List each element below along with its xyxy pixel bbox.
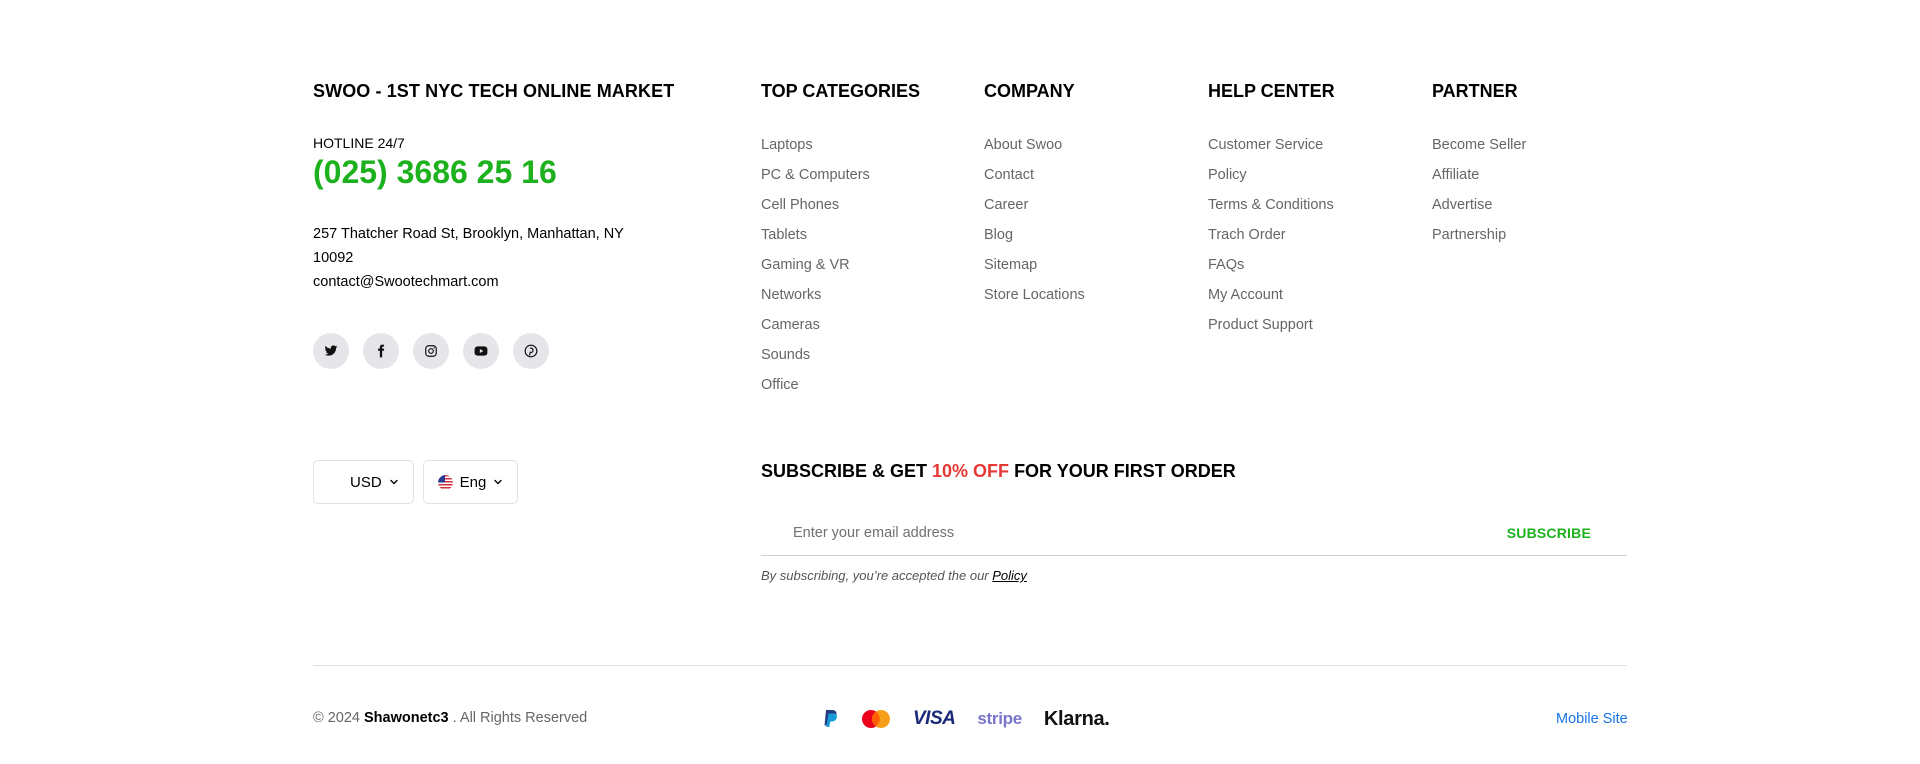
company-list: About Swoo Contact Career Blog Sitemap Store … (984, 136, 1184, 304)
top-category-link[interactable]: Office (761, 376, 961, 394)
twitter-icon[interactable] (313, 333, 349, 369)
help-center-link[interactable]: FAQs (1208, 256, 1408, 274)
youtube-icon[interactable] (463, 333, 499, 369)
copyright-suffix: . All Rights Reserved (448, 710, 588, 726)
contact-email[interactable]: contact@Swootechmart.com (313, 270, 733, 294)
subscribe-title: SUBSCRIBE & GET 10% OFF FOR YOUR FIRST O… (761, 460, 1627, 482)
company-title: COMPANY (984, 81, 1075, 101)
facebook-icon[interactable] (363, 333, 399, 369)
partner-link[interactable]: Affiliate (1432, 166, 1632, 184)
hotline-label: HOTLINE 24/7 (313, 135, 405, 151)
copyright-name: Shawonetc3 (364, 710, 449, 726)
chevron-down-icon (389, 479, 398, 485)
help-center-link[interactable]: Trach Order (1208, 226, 1408, 244)
brand-title: SWOO - 1ST NYC TECH ONLINE MARKET (313, 81, 675, 101)
stripe-icon: stripe (977, 709, 1022, 728)
footer-divider (313, 665, 1627, 666)
brand-section: SWOO - 1ST NYC TECH ONLINE MARKET HOTLIN… (313, 80, 733, 294)
subscribe-note-text: By subscribing, you’re accepted the our (761, 568, 993, 583)
copyright: © 2024 Shawonetc3 . All Rights Reserved (313, 710, 587, 726)
mastercard-icon (861, 706, 891, 732)
help-center-column: HELP CENTER Customer Service Policy Terms … (1208, 80, 1408, 346)
language-select[interactable]: Eng (422, 460, 519, 504)
us-flag-icon (437, 474, 453, 490)
company-column: COMPANY About Swoo Contact Career Blog Sitem… (984, 80, 1184, 316)
help-center-link[interactable]: Customer Service (1208, 136, 1408, 154)
partner-column: PARTNER Become Seller Affiliate Advertise P… (1432, 80, 1632, 256)
payment-methods: VISA stripe Klarna. (823, 706, 1110, 732)
policy-link[interactable]: Policy (992, 568, 1027, 583)
top-category-link[interactable]: Sounds (761, 346, 961, 364)
language-value: Eng (459, 473, 487, 491)
mobile-site-link[interactable]: Mobile Site (1556, 711, 1628, 727)
top-category-link[interactable]: Cell Phones (761, 196, 961, 214)
top-categories-title: TOP CATEGORIES (761, 81, 921, 101)
company-link[interactable]: Sitemap (984, 256, 1184, 274)
partner-title: PARTNER (1432, 81, 1518, 101)
hotline-number[interactable]: (025) 3686 25 16 (313, 153, 733, 191)
subscribe-button[interactable]: SUBSCRIBE (1507, 525, 1591, 541)
subscribe-title-suffix: FOR YOUR FIRST ORDER (1009, 461, 1236, 481)
help-center-link[interactable]: My Account (1208, 286, 1408, 304)
company-link[interactable]: Store Locations (984, 286, 1184, 304)
currency-select[interactable]: USD (313, 460, 414, 504)
help-center-link[interactable]: Policy (1208, 166, 1408, 184)
top-category-link[interactable]: Gaming & VR (761, 256, 961, 274)
locale-selectors: USD Eng (313, 460, 519, 504)
company-link[interactable]: Contact (984, 166, 1184, 184)
copyright-prefix: © 2024 (313, 710, 364, 726)
visa-icon: VISA (913, 708, 956, 729)
partner-link[interactable]: Partnership (1432, 226, 1632, 244)
email-input[interactable] (761, 512, 1361, 553)
partner-link[interactable]: Become Seller (1432, 136, 1632, 154)
top-category-link[interactable]: Cameras (761, 316, 961, 334)
company-link[interactable]: Career (984, 196, 1184, 214)
company-link[interactable]: About Swoo (984, 136, 1184, 154)
company-link[interactable]: Blog (984, 226, 1184, 244)
subscribe-section: SUBSCRIBE & GET 10% OFF FOR YOUR FIRST O… (761, 460, 1627, 583)
partner-link[interactable]: Advertise (1432, 196, 1632, 214)
top-category-link[interactable]: PC & Computers (761, 166, 961, 184)
top-categories-column: TOP CATEGORIES Laptops PC & Computers Cell… (761, 80, 961, 406)
subscribe-form: SUBSCRIBE (761, 510, 1627, 556)
top-categories-list: Laptops PC & Computers Cell Phones Tablets G… (761, 136, 961, 394)
subscribe-note: By subscribing, you’re accepted the our … (761, 568, 1627, 583)
pinterest-icon[interactable] (513, 333, 549, 369)
paypal-icon (823, 706, 839, 732)
top-category-link[interactable]: Networks (761, 286, 961, 304)
subscribe-title-prefix: SUBSCRIBE & GET (761, 461, 933, 481)
partner-list: Become Seller Affiliate Advertise Partnersh… (1432, 136, 1632, 244)
top-category-link[interactable]: Tablets (761, 226, 961, 244)
help-center-link[interactable]: Product Support (1208, 316, 1408, 334)
social-links (313, 333, 549, 369)
subscribe-discount: 10% OFF (932, 461, 1010, 481)
instagram-icon[interactable] (413, 333, 449, 369)
help-center-link[interactable]: Terms & Conditions (1208, 196, 1408, 214)
top-category-link[interactable]: Laptops (761, 136, 961, 154)
klarna-icon: Klarna. (1043, 707, 1110, 730)
help-center-title: HELP CENTER (1208, 81, 1335, 101)
currency-value: USD (350, 473, 382, 491)
store-address: 257 Thatcher Road St, Brooklyn, Manhatta… (313, 226, 624, 266)
help-center-list: Customer Service Policy Terms & Conditions… (1208, 136, 1408, 334)
chevron-down-icon (494, 479, 503, 485)
